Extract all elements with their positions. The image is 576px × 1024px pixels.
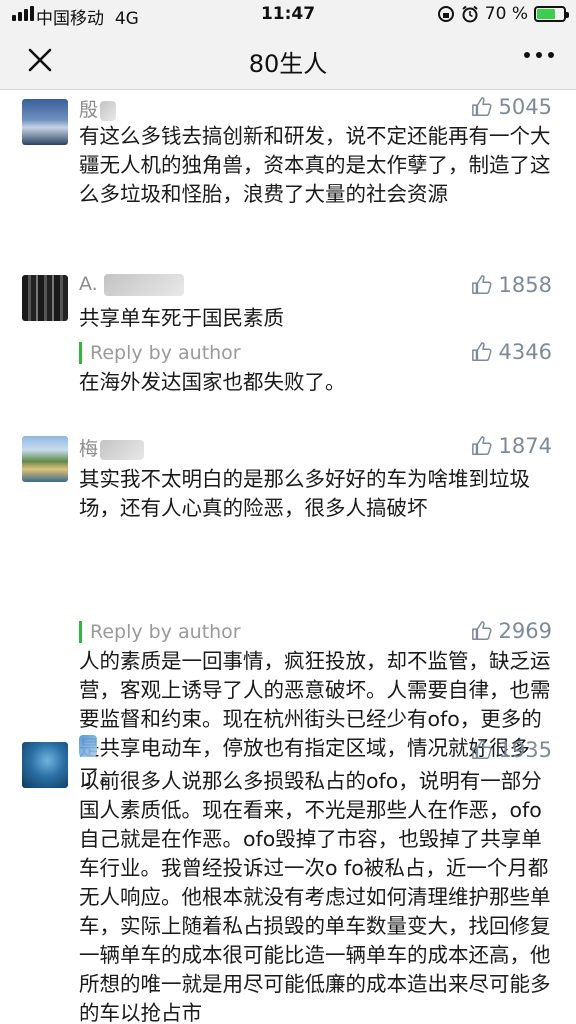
thumbs-up-icon xyxy=(471,436,492,455)
reply-like-button[interactable]: 4346 xyxy=(471,340,552,364)
battery-icon xyxy=(534,6,569,22)
thumbs-up-icon xyxy=(471,740,492,759)
thumbs-up-icon xyxy=(471,621,492,640)
reply-label: Reply by author xyxy=(79,621,241,643)
like-count: 1858 xyxy=(498,273,552,297)
like-count: 4346 xyxy=(498,340,552,364)
username[interactable]: A. xyxy=(79,273,184,296)
comment-feed[interactable]: 殷 5045 有这么多钱去搞创新和研发，说不定还能再有一个大疆无人机的独角兽，资… xyxy=(0,91,576,1024)
status-bar: 中国移动 4G 11:47 70 % xyxy=(0,0,576,30)
battery-percent: 70 % xyxy=(484,4,528,24)
username[interactable] xyxy=(79,734,97,757)
comment-text: 有这么多钱去搞创新和研发，说不定还能再有一个大疆无人机的独角兽，资本真的是太作孽… xyxy=(79,124,551,206)
page-title: 80生人 xyxy=(248,50,328,78)
username[interactable]: 殷 xyxy=(79,95,117,122)
like-count: 2969 xyxy=(498,619,552,643)
like-button[interactable]: 1858 xyxy=(471,273,552,297)
avatar[interactable] xyxy=(22,436,68,482)
like-count: 1874 xyxy=(498,434,552,458)
more-icon xyxy=(524,52,554,58)
like-button[interactable]: 1874 xyxy=(471,434,552,458)
comment-text: 共享单车死于国民素质 xyxy=(79,306,284,330)
thumbs-up-icon xyxy=(471,97,492,116)
orientation-lock-icon xyxy=(437,6,454,22)
like-button[interactable]: 5045 xyxy=(471,95,552,119)
avatar[interactable] xyxy=(22,99,68,145)
nav-bar: 80生人 xyxy=(0,30,576,90)
like-button[interactable]: 1935 xyxy=(471,738,552,762)
thumbs-up-icon xyxy=(471,342,492,361)
like-count: 1935 xyxy=(498,738,552,762)
reply-like-button[interactable]: 2969 xyxy=(471,619,552,643)
like-count: 5045 xyxy=(498,95,552,119)
reply-text: 在海外发达国家也都失败了。 xyxy=(79,370,346,394)
avatar[interactable] xyxy=(22,742,68,788)
thumbs-up-icon xyxy=(471,275,492,294)
username[interactable]: 梅 xyxy=(79,434,145,461)
comment-text: 以前很多人说那么多损毁私占的ofo，说明有一部分国人素质低。现在看来，不光是那些… xyxy=(79,769,551,1024)
more-button[interactable] xyxy=(522,40,556,78)
alarm-icon xyxy=(462,5,478,23)
reply-label: Reply by author xyxy=(79,342,241,364)
comment-text: 其实我不太明白的是那么多好好的车为啥堆到垃圾场，还有人心真的险恶，很多人搞破坏 xyxy=(79,467,530,520)
avatar[interactable] xyxy=(22,275,68,321)
